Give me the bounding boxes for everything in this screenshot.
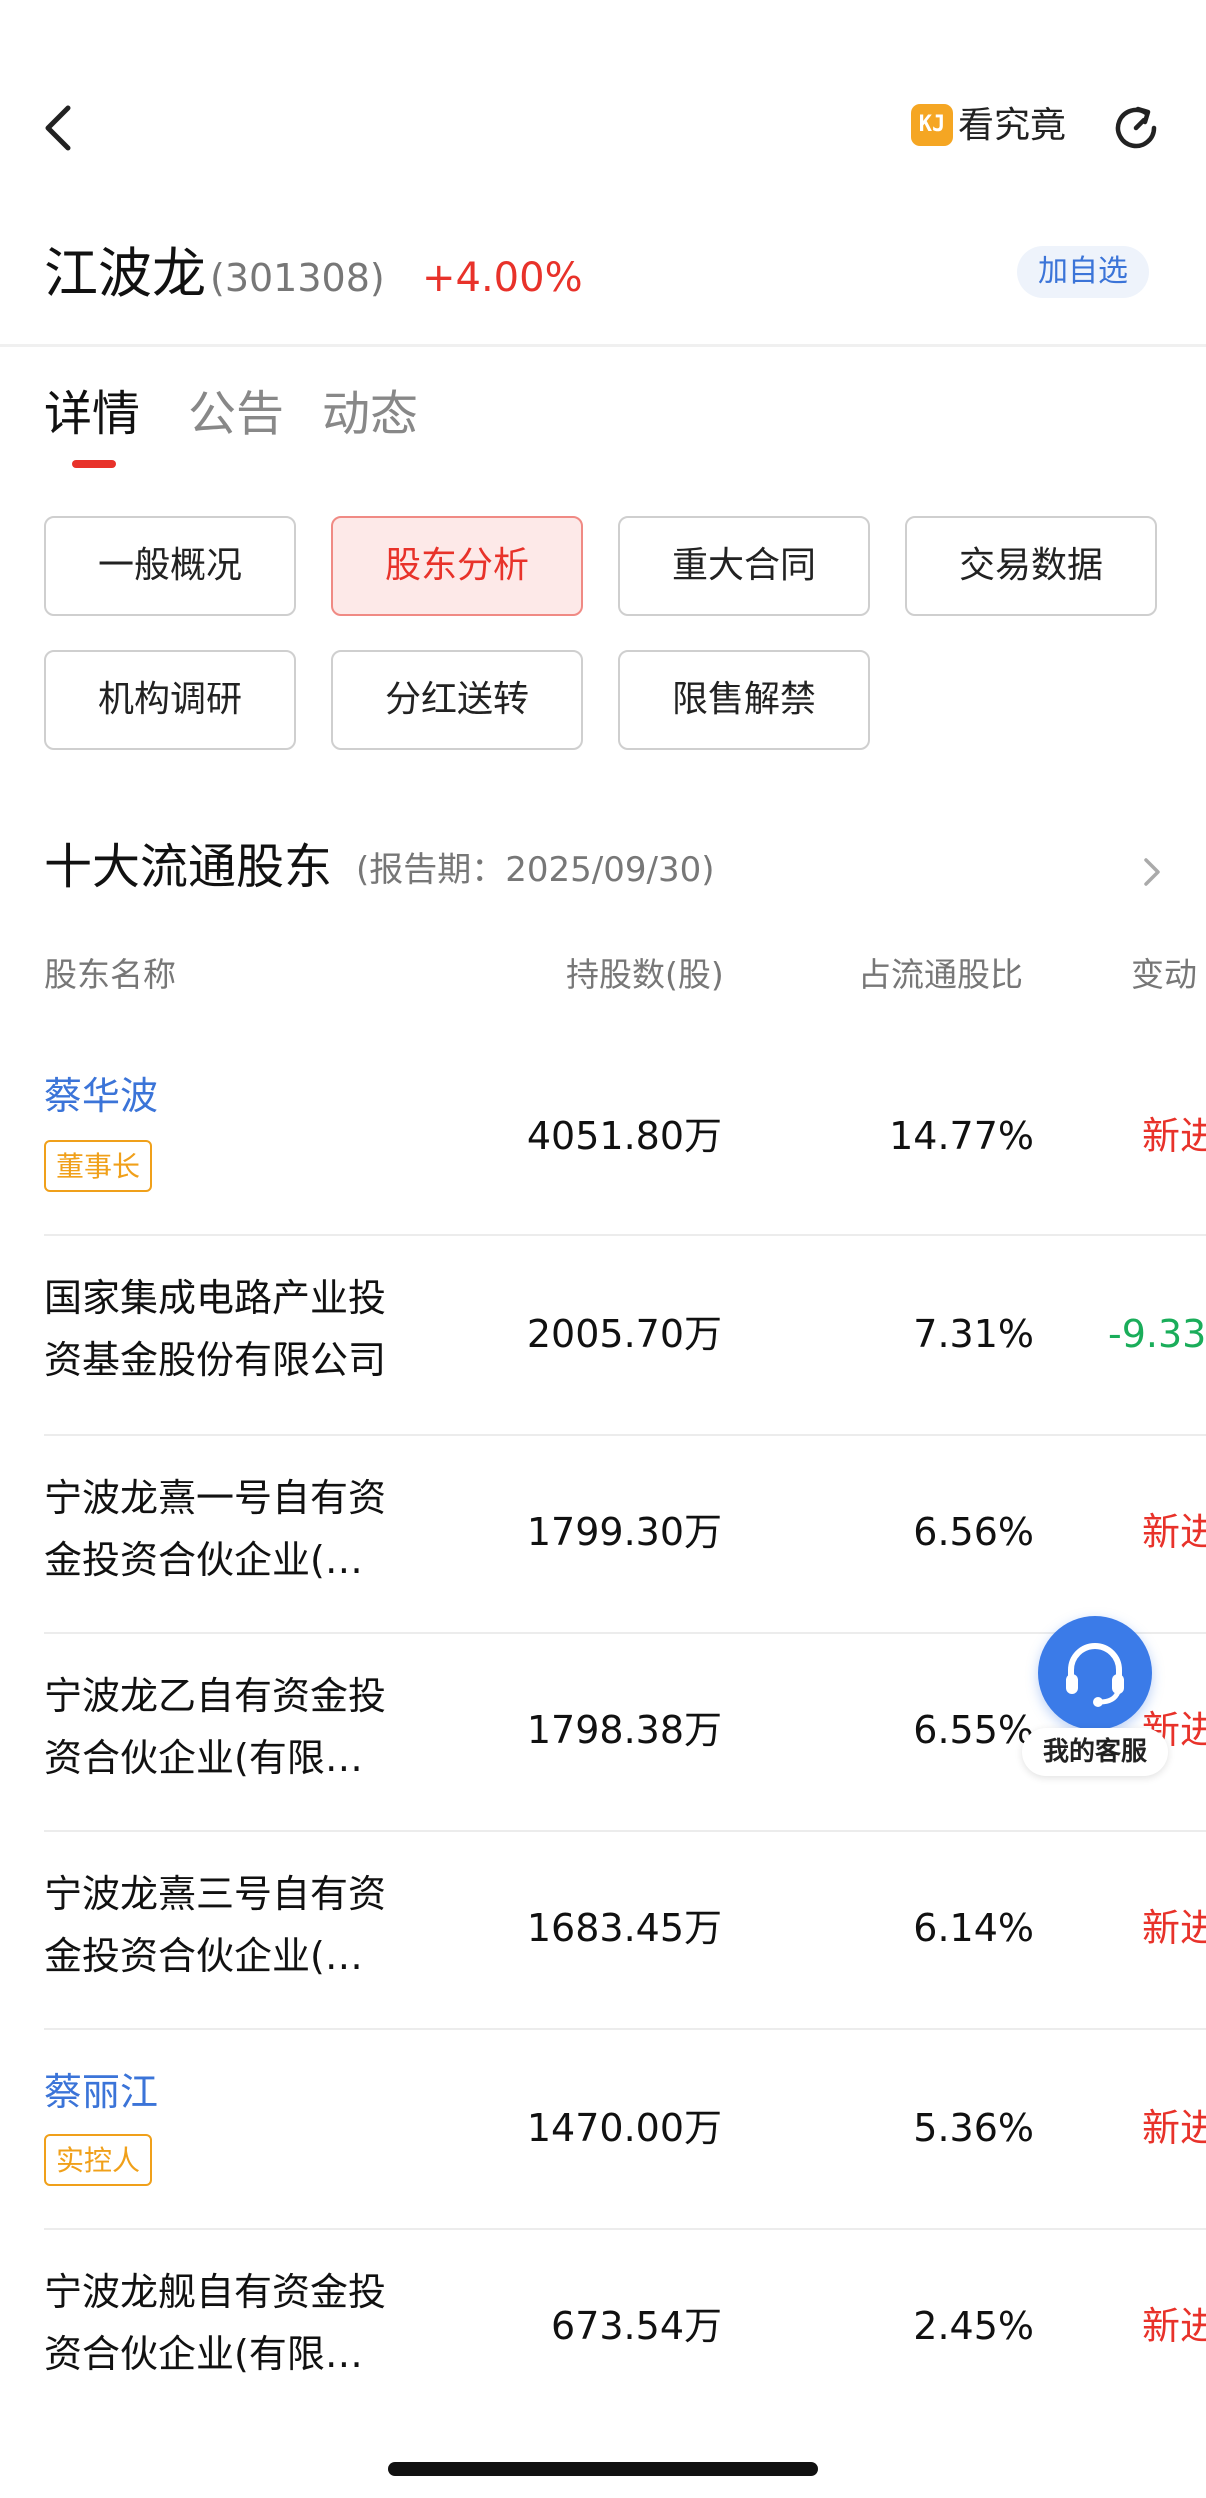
shares-cell: 1798.38万 (526, 1708, 722, 1752)
ratio-cell: 6.14% (913, 1906, 1034, 1950)
subtab-trading-data[interactable]: 交易数据 (905, 516, 1157, 616)
ratio-cell: 5.36% (913, 2106, 1034, 2150)
shareholder-name-line2: 资合伙企业(有限… (44, 1736, 363, 1780)
subtab-shareholder-analysis[interactable]: 股东分析 (331, 516, 583, 616)
subtab-overview[interactable]: 一般概况 (44, 516, 296, 616)
shares-cell: 1470.00万 (526, 2106, 722, 2150)
row-divider (44, 2028, 1206, 2030)
active-tab-indicator (72, 460, 116, 468)
chevron-right-icon[interactable] (1136, 852, 1166, 892)
tab-details[interactable]: 详情 (44, 382, 140, 446)
ratio-cell: 6.56% (913, 1510, 1034, 1554)
add-to-watchlist-button[interactable]: 加自选 (1017, 246, 1149, 298)
column-header-name: 股东名称 (44, 955, 176, 994)
row-divider (44, 1434, 1206, 1436)
shares-cell: 4051.80万 (526, 1114, 722, 1158)
section-title: 十大流通股东 (44, 839, 333, 895)
kanjiujing-button[interactable]: 看究竟 (958, 100, 1066, 152)
shareholder-name-link[interactable]: 蔡华波 (44, 1066, 444, 1126)
header-divider (0, 344, 1206, 347)
stock-code: (301308) (210, 256, 385, 300)
column-header-shares: 持股数(股) (566, 955, 724, 994)
shareholder-name-line1: 宁波龙舰自有资金投 (44, 2270, 387, 2314)
shares-cell: 673.54万 (551, 2304, 722, 2348)
ratio-cell: 7.31% (913, 1312, 1034, 1356)
shareholder-role-badge: 实控人 (44, 2134, 153, 2186)
home-indicator[interactable] (388, 2462, 818, 2476)
subtab-dividends[interactable]: 分红送转 (331, 650, 583, 750)
stock-name: 江波龙 (44, 242, 206, 305)
subtab-institutional-research[interactable]: 机构调研 (44, 650, 296, 750)
change-cell: 新进 (1142, 1114, 1206, 1158)
shareholder-name-line1: 宁波龙熹一号自有资 (44, 1476, 387, 1520)
ratio-cell: 2.45% (913, 2304, 1034, 2348)
shareholder-name-line2: 金投资合伙企业(… (44, 1934, 363, 1978)
column-header-change: 变动 (1131, 955, 1197, 994)
headset-icon (1066, 1643, 1124, 1707)
change-cell: 新进 (1142, 2106, 1206, 2150)
shareholder-name-line2: 金投资合伙企业(… (44, 1538, 363, 1582)
subtab-lockup-release[interactable]: 限售解禁 (618, 650, 870, 750)
ratio-cell: 6.55% (913, 1708, 1034, 1752)
change-cell: 新进 (1142, 1510, 1206, 1554)
row-divider (44, 1632, 1206, 1634)
row-divider (44, 2228, 1206, 2230)
change-cell: 新进 (1142, 1906, 1206, 1950)
shareholder-name-line2: 资基金股份有限公司 (44, 1338, 387, 1382)
subtab-major-contracts[interactable]: 重大合同 (618, 516, 870, 616)
shareholder-name-line2: 资合伙企业(有限… (44, 2332, 363, 2376)
kanjiujing-logo-icon[interactable]: KJ (911, 104, 953, 146)
tab-news[interactable]: 动态 (322, 382, 418, 446)
ratio-cell: 14.77% (889, 1114, 1034, 1158)
shares-cell: 1683.45万 (526, 1906, 722, 1950)
shareholder-role-badge: 董事长 (44, 1140, 153, 1192)
shareholder-name-line1: 宁波龙乙自有资金投 (44, 1674, 387, 1718)
refresh-icon[interactable] (1108, 100, 1164, 156)
row-divider (44, 1234, 1206, 1236)
tab-announcements[interactable]: 公告 (188, 382, 284, 446)
back-arrow-icon[interactable] (38, 100, 82, 156)
stock-change-percent: +4.00% (422, 255, 583, 301)
column-header-ratio: 占流通股比 (858, 955, 1023, 994)
report-period: (报告期：2025/09/30) (356, 850, 715, 890)
customer-service-button[interactable] (1038, 1616, 1152, 1730)
shareholder-name-line1: 宁波龙熹三号自有资 (44, 1872, 387, 1916)
shares-cell: 2005.70万 (526, 1312, 722, 1356)
shareholder-name-line1: 国家集成电路产业投 (44, 1276, 387, 1320)
change-cell: 新进 (1142, 2304, 1206, 2348)
shareholder-name-link[interactable]: 蔡丽江 (44, 2062, 444, 2122)
row-divider (44, 1830, 1206, 1832)
customer-service-label[interactable]: 我的客服 (1022, 1728, 1168, 1776)
change-cell: -9.33 (1108, 1312, 1206, 1356)
shares-cell: 1799.30万 (526, 1510, 722, 1554)
